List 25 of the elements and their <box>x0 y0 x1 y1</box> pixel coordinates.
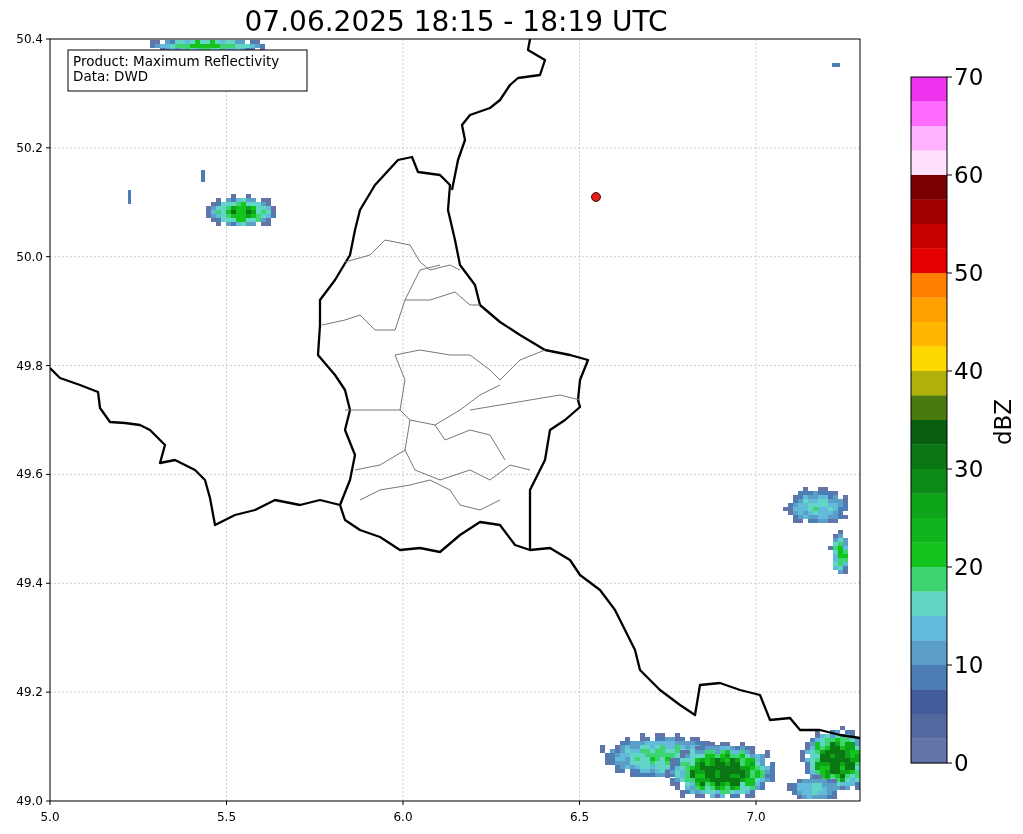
info-text: Product: Maximum Reflectivity <box>73 53 280 69</box>
latitude-label: 50.4 <box>16 32 43 46</box>
colorbar-tick-label: 0 <box>954 750 969 776</box>
longitude-label: 6.5 <box>569 810 590 824</box>
latitude-label: 49.4 <box>16 576 43 591</box>
latitude-label: 49.6 <box>16 467 43 482</box>
colorbar-tick-label: 70 <box>954 64 984 90</box>
latitude-label: 49.2 <box>16 685 43 700</box>
latitude-label: 49.0 <box>16 794 43 808</box>
longitude-label: 5.5 <box>216 810 237 824</box>
latitude-label: 49.8 <box>16 358 43 373</box>
colorbar-tick-label: 20 <box>954 554 984 580</box>
chart-title: 07.06.2025 18:15 - 18:19 UTC <box>244 5 668 38</box>
colorbar-tick-label: 30 <box>954 456 984 482</box>
longitude-label: 6.0 <box>393 810 413 824</box>
colorbar-label: dBZ <box>990 398 1016 446</box>
colorbar-tick-label: 40 <box>954 358 984 384</box>
colorbar-tick-label: 50 <box>954 260 984 286</box>
colorbar-tick-label: 10 <box>954 652 984 678</box>
longitude-label: 5.0 <box>40 810 60 824</box>
info-text: Data: DWD <box>73 68 149 84</box>
longitude-label: 7.0 <box>746 810 766 824</box>
latitude-label: 50.2 <box>16 140 43 155</box>
latitude-label: 50.0 <box>16 249 43 264</box>
colorbar-tick-label: 60 <box>954 162 984 188</box>
